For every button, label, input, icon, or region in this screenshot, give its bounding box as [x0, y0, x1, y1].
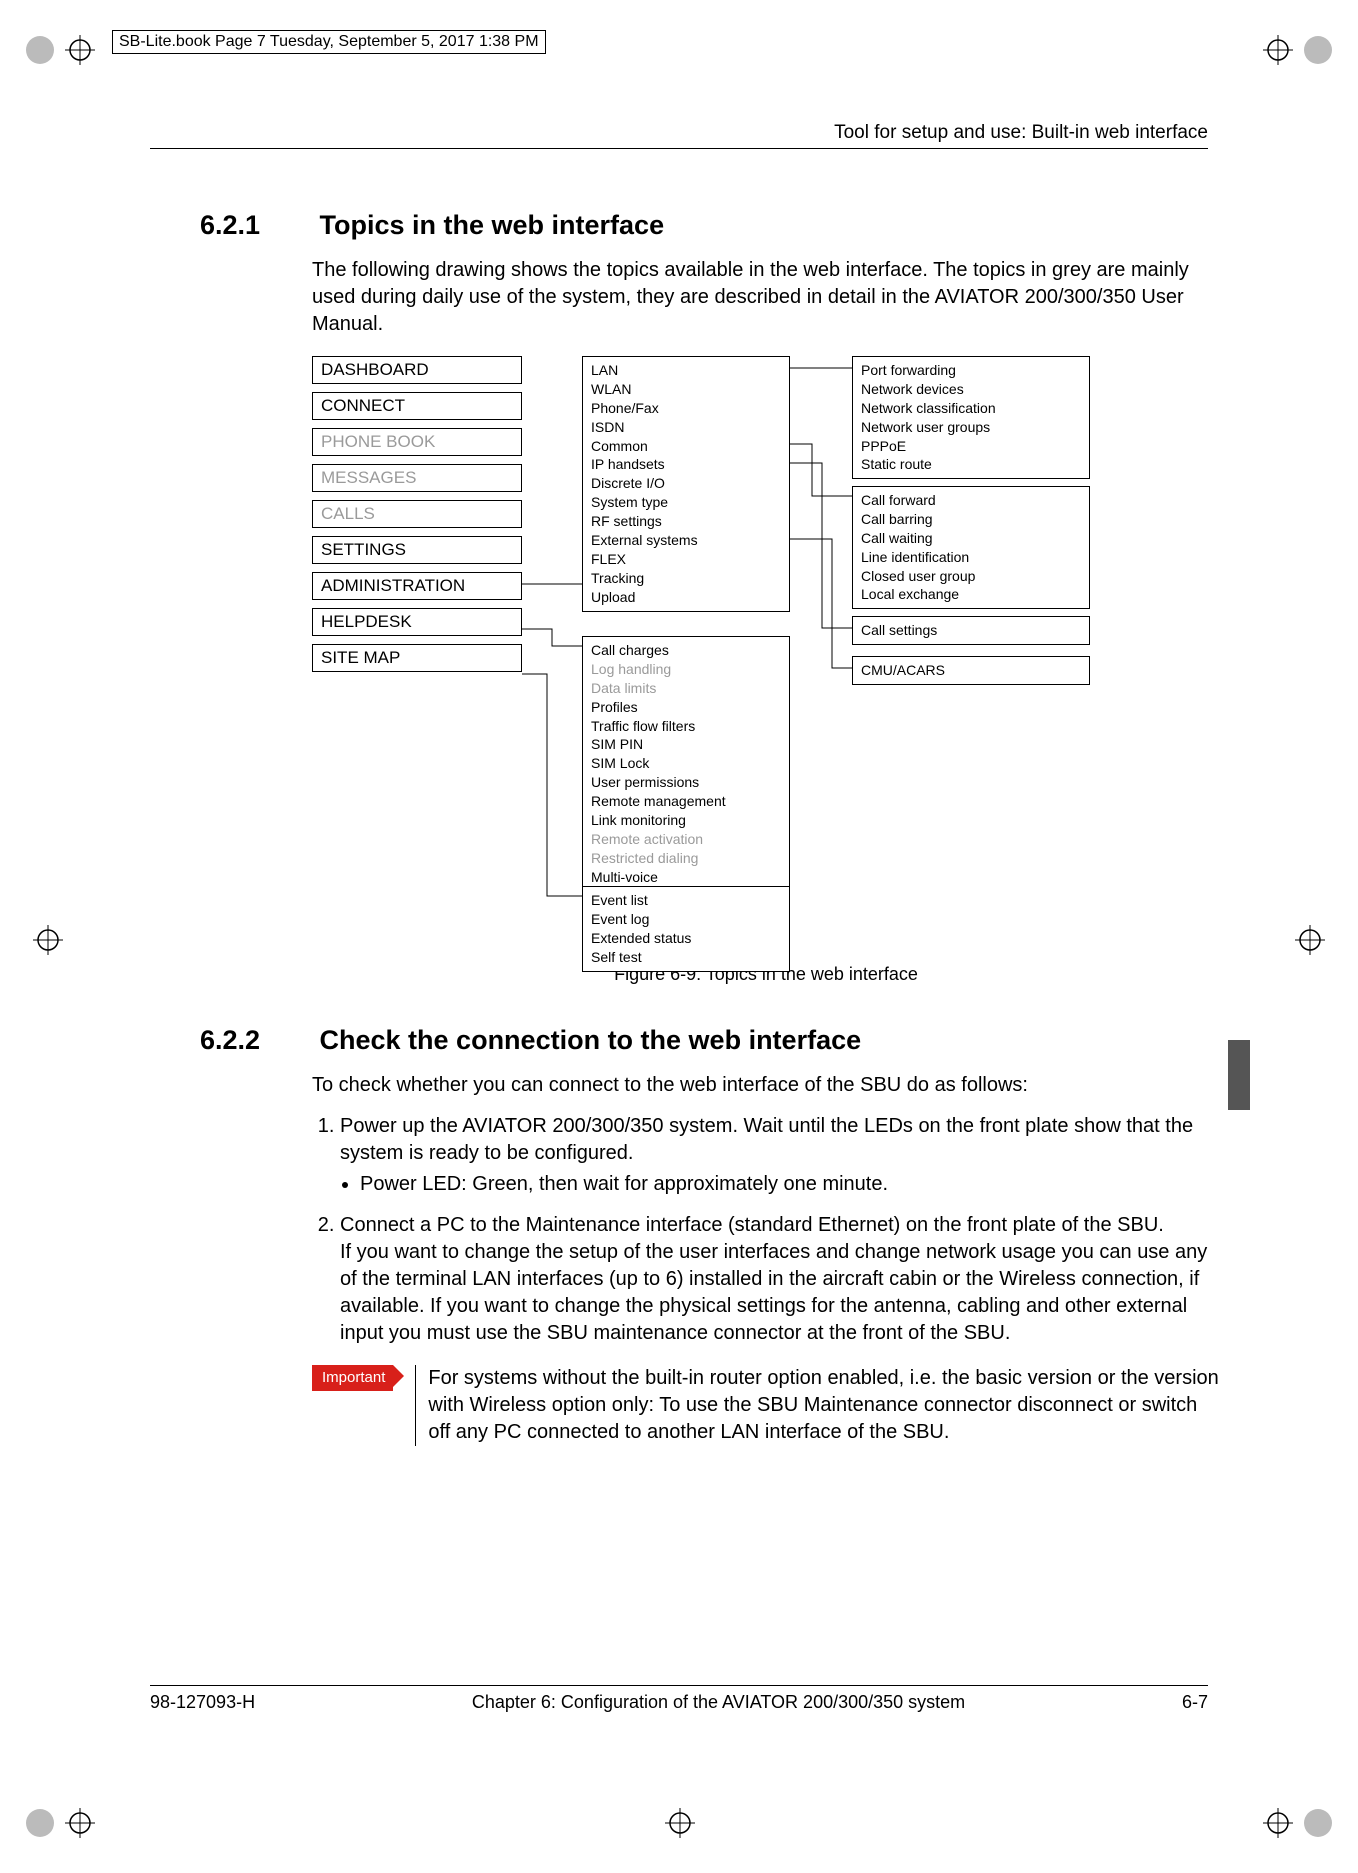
section-622-number: 6.2.2 [200, 1025, 312, 1056]
section-621-intro: The following drawing shows the topics a… [312, 257, 1220, 338]
crop-mark-bottom-left [20, 1803, 100, 1843]
cmu-label: CMU/ACARS [861, 661, 1081, 680]
panel-helpdesk: Event list Event log Extended status Sel… [582, 886, 790, 972]
settings-iphandsets: IP handsets [591, 455, 781, 474]
step-2: Connect a PC to the Maintenance interfac… [340, 1212, 1220, 1347]
admin-userperm: User permissions [591, 773, 781, 792]
nav-dashboard: DASHBOARD [312, 356, 522, 384]
admin-profiles: Profiles [591, 698, 781, 717]
footer-docnum: 98-127093-H [150, 1692, 255, 1713]
settings-wlan: WLAN [591, 380, 781, 399]
section-622-intro: To check whether you can connect to the … [312, 1072, 1220, 1099]
footer-chapter: Chapter 6: Configuration of the AVIATOR … [472, 1692, 965, 1713]
call-fwd: Call forward [861, 491, 1081, 510]
settings-phonefax: Phone/Fax [591, 399, 781, 418]
nav-calls: CALLS [312, 500, 522, 528]
panel-administration: Call charges Log handling Data limits Pr… [582, 636, 790, 892]
settings-rf: RF settings [591, 512, 781, 531]
running-header: Tool for setup and use: Built-in web int… [150, 122, 1208, 149]
section-621-heading: 6.2.1 Topics in the web interface [200, 210, 1220, 241]
frame-header: SB-Lite.book Page 7 Tuesday, September 5… [112, 30, 546, 54]
section-622-heading: 6.2.2 Check the connection to the web in… [200, 1025, 1220, 1056]
nav-administration: ADMINISTRATION [312, 572, 522, 600]
net-netdev: Network devices [861, 380, 1081, 399]
net-netgroups: Network user groups [861, 418, 1081, 437]
step-1-text: Power up the AVIATOR 200/300/350 system.… [340, 1115, 1193, 1164]
net-pppoe: PPPoE [861, 437, 1081, 456]
help-selftest: Self test [591, 948, 781, 967]
step-1-bullet: Power LED: Green, then wait for approxim… [360, 1171, 1220, 1198]
crop-mark-bottom-right [1258, 1803, 1338, 1843]
crop-mark-left [28, 920, 68, 960]
settings-upload: Upload [591, 588, 781, 607]
crop-mark-top-right [1258, 30, 1338, 70]
settings-isdn: ISDN [591, 418, 781, 437]
settings-tracking: Tracking [591, 569, 781, 588]
settings-flex: FLEX [591, 550, 781, 569]
settings-discreteio: Discrete I/O [591, 474, 781, 493]
help-extstatus: Extended status [591, 929, 781, 948]
call-localex: Local exchange [861, 585, 1081, 604]
call-bar: Call barring [861, 510, 1081, 529]
help-eventlog: Event log [591, 910, 781, 929]
admin-datalimits: Data limits [591, 679, 781, 698]
section-621-title: Topics in the web interface [320, 210, 665, 240]
nav-settings: SETTINGS [312, 536, 522, 564]
nav-messages: MESSAGES [312, 464, 522, 492]
page-footer: 98-127093-H Chapter 6: Configuration of … [150, 1685, 1208, 1713]
nav-connect: CONNECT [312, 392, 522, 420]
settings-lan: LAN [591, 361, 781, 380]
panel-common: Call forward Call barring Call waiting L… [852, 486, 1090, 609]
nav-phonebook: PHONE BOOK [312, 428, 522, 456]
important-divider [415, 1365, 416, 1446]
section-621-number: 6.2.1 [200, 210, 312, 241]
figure-topics: DASHBOARD CONNECT PHONE BOOK MESSAGES CA… [312, 356, 1132, 956]
side-tab [1228, 1040, 1250, 1110]
panel-settings: LAN WLAN Phone/Fax ISDN Common IP handse… [582, 356, 790, 612]
section-622-title: Check the connection to the web interfac… [320, 1025, 862, 1055]
admin-multivoice: Multi-voice [591, 868, 781, 887]
admin-trafficflow: Traffic flow filters [591, 717, 781, 736]
admin-linkmon: Link monitoring [591, 811, 781, 830]
admin-loghandling: Log handling [591, 660, 781, 679]
settings-common: Common [591, 437, 781, 456]
settings-extsys: External systems [591, 531, 781, 550]
admin-restricted: Restricted dialing [591, 849, 781, 868]
call-wait: Call waiting [861, 529, 1081, 548]
footer-pagenum: 6-7 [1182, 1692, 1208, 1713]
callsettings-label: Call settings [861, 621, 1081, 640]
important-note: Important For systems without the built-… [312, 1365, 1220, 1446]
crop-mark-right [1290, 920, 1330, 960]
admin-simlock: SIM Lock [591, 754, 781, 773]
settings-systemtype: System type [591, 493, 781, 512]
important-tag: Important [312, 1365, 393, 1391]
call-lineid: Line identification [861, 548, 1081, 567]
admin-remotemgmt: Remote management [591, 792, 781, 811]
nav-helpdesk: HELPDESK [312, 608, 522, 636]
admin-remoteact: Remote activation [591, 830, 781, 849]
admin-simpin: SIM PIN [591, 735, 781, 754]
step-2-text-b: If you want to change the setup of the u… [340, 1241, 1207, 1344]
crop-mark-top-left [20, 30, 100, 70]
call-closedug: Closed user group [861, 567, 1081, 586]
panel-ip-handsets: Call settings [852, 616, 1090, 645]
step-2-text-a: Connect a PC to the Maintenance interfac… [340, 1214, 1164, 1236]
admin-callcharges: Call charges [591, 641, 781, 660]
nav-sitemap: SITE MAP [312, 644, 522, 672]
net-netclass: Network classification [861, 399, 1081, 418]
panel-external-systems: CMU/ACARS [852, 656, 1090, 685]
step-1: Power up the AVIATOR 200/300/350 system.… [340, 1113, 1220, 1198]
help-eventlist: Event list [591, 891, 781, 910]
net-staticroute: Static route [861, 455, 1081, 474]
crop-mark-bottom-center [660, 1803, 700, 1843]
important-text: For systems without the built-in router … [428, 1365, 1220, 1446]
panel-lan: Port forwarding Network devices Network … [852, 356, 1090, 479]
net-portfwd: Port forwarding [861, 361, 1081, 380]
